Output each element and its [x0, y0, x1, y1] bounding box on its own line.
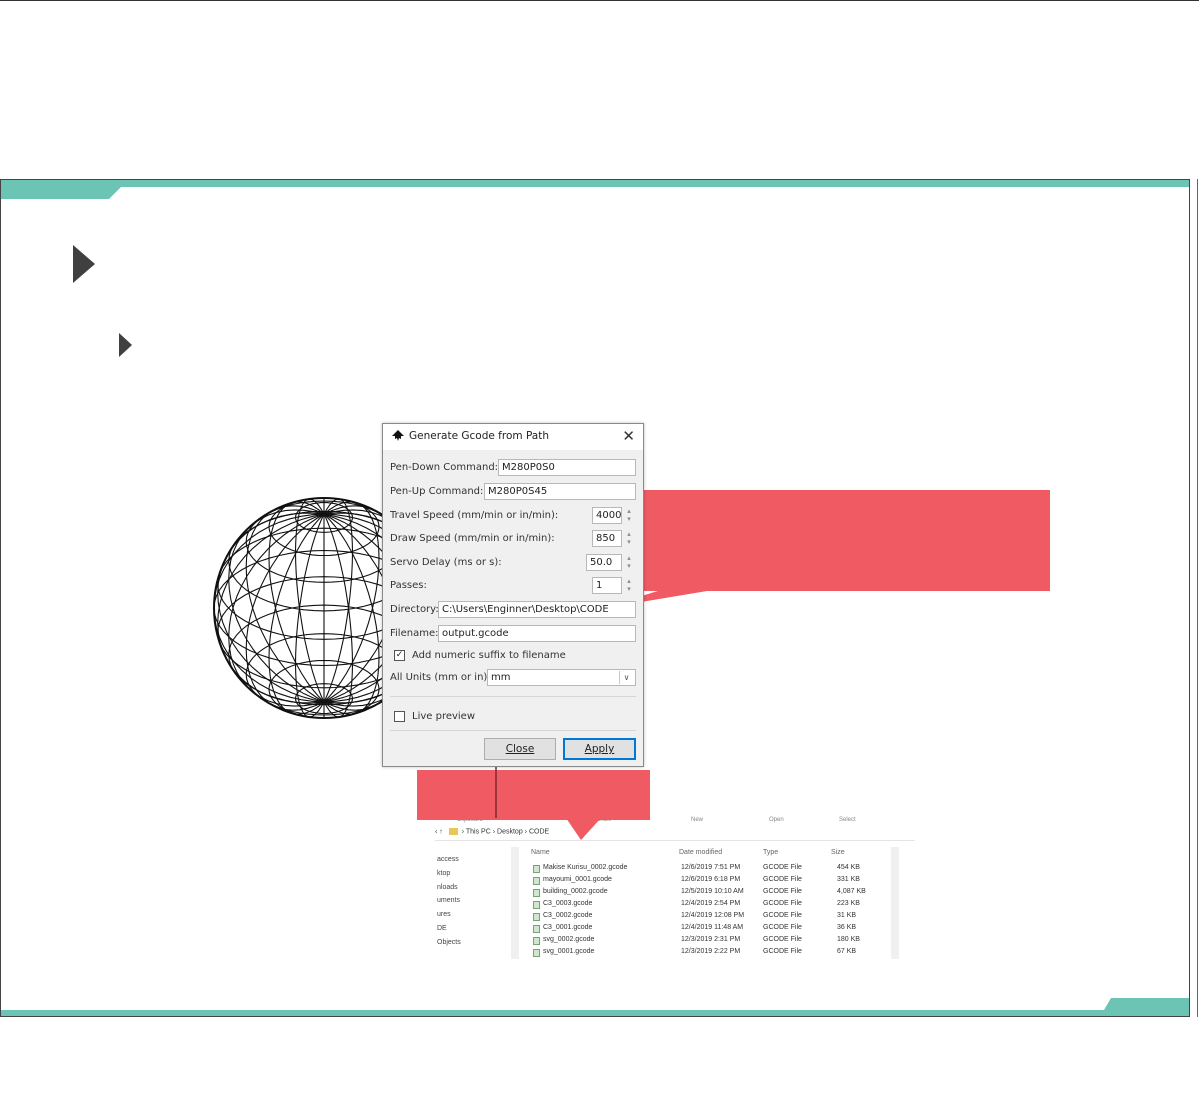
- close-icon[interactable]: ✕: [622, 427, 635, 445]
- pen-up-label: Pen-Up Command:: [390, 486, 484, 497]
- close-button-label: Close: [505, 743, 535, 755]
- units-label: All Units (mm or in):: [390, 672, 491, 683]
- servo-delay-label: Servo Delay (ms or s):: [390, 557, 502, 568]
- dialog-titlebar: Generate Gcode from Path ✕: [383, 424, 643, 450]
- pen-down-label: Pen-Down Command:: [390, 462, 499, 473]
- spin-arrows-icon[interactable]: ▴ ▾: [622, 577, 636, 594]
- apply-button[interactable]: Apply: [563, 738, 636, 760]
- units-select[interactable]: mm ∨: [487, 669, 636, 686]
- travel-speed-label: Travel Speed (mm/min or in/min):: [390, 510, 559, 521]
- units-value: mm: [491, 672, 511, 683]
- travel-speed-input[interactable]: 4000: [592, 507, 622, 524]
- dialog-title: Generate Gcode from Path: [409, 430, 550, 442]
- right-rule: [1197, 179, 1198, 1017]
- servo-delay-input[interactable]: 50.0: [586, 554, 622, 571]
- directory-label: Directory:: [390, 604, 439, 615]
- live-preview-checkbox[interactable]: [394, 711, 405, 722]
- pen-down-input[interactable]: M280P0S0: [498, 459, 636, 476]
- separator: [390, 730, 636, 731]
- passes-label: Passes:: [390, 580, 427, 591]
- close-button[interactable]: Close: [484, 738, 556, 760]
- spin-arrows-icon[interactable]: ▴ ▾: [622, 554, 636, 571]
- spin-arrows-icon[interactable]: ▴ ▾: [622, 507, 636, 524]
- combo-arrow-icon[interactable]: ∨: [619, 671, 633, 684]
- passes-input[interactable]: 1: [592, 577, 622, 594]
- draw-speed-input[interactable]: 850: [592, 530, 622, 547]
- separator: [390, 696, 636, 697]
- pen-up-input[interactable]: M280P0S45: [484, 483, 636, 500]
- filename-input[interactable]: output.gcode: [438, 625, 636, 642]
- checkbox-icon[interactable]: ✓: [394, 650, 405, 661]
- directory-input[interactable]: C:\Users\Enginner\Desktop\CODE: [438, 601, 636, 618]
- top-rule: [0, 0, 1199, 1]
- live-preview-label: Live preview: [412, 711, 476, 722]
- draw-speed-label: Draw Speed (mm/min or in/min):: [390, 533, 555, 544]
- add-suffix-label: Add numeric suffix to filename: [412, 650, 566, 661]
- gcode-dialog: Generate Gcode from Path ✕ Pen-Down Comm…: [382, 423, 644, 767]
- apply-button-label: Apply: [584, 743, 615, 755]
- filename-label: Filename:: [390, 628, 439, 639]
- spin-arrows-icon[interactable]: ▴ ▾: [622, 530, 636, 547]
- slide: Clipboard Organize New Open Select ‹ ↑ ›…: [0, 179, 1190, 1017]
- inkscape-icon: [392, 430, 404, 441]
